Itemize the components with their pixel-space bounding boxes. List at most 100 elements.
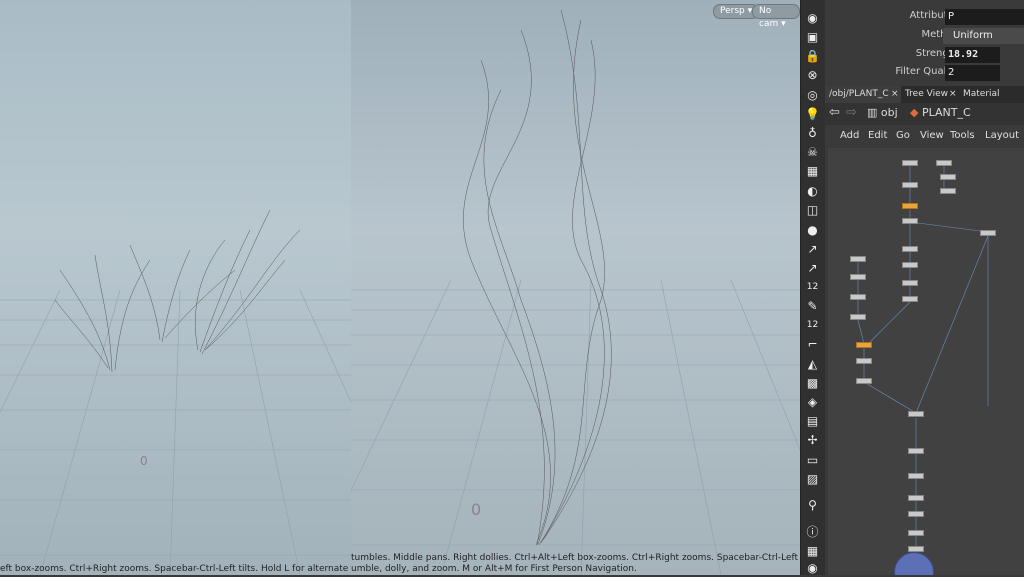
strength-field[interactable]: 18.92 bbox=[945, 47, 1000, 63]
prim-number-icon[interactable]: 12 bbox=[804, 317, 821, 334]
network-node[interactable] bbox=[980, 230, 996, 236]
network-node[interactable] bbox=[908, 473, 924, 479]
camera-icon[interactable]: ◫ bbox=[804, 202, 821, 219]
menu-add[interactable]: Add bbox=[840, 130, 859, 141]
param-filter-quality: Filter Quality 2 bbox=[825, 64, 1024, 82]
network-node[interactable] bbox=[908, 530, 924, 536]
network-node[interactable] bbox=[908, 495, 924, 501]
network-node[interactable] bbox=[908, 411, 924, 417]
plant-curves bbox=[54, 209, 301, 373]
smoke-curves bbox=[463, 9, 612, 546]
network-node[interactable] bbox=[902, 218, 918, 224]
viewport-right-scene: 0 bbox=[351, 9, 800, 575]
tab-network-label: /obj/PLANT_C bbox=[829, 89, 889, 99]
wire-icon[interactable]: ◈ bbox=[804, 394, 821, 411]
param-method: Method Uniform bbox=[825, 27, 1024, 45]
path-obj[interactable]: ▥ obj bbox=[867, 106, 898, 119]
checker-icon[interactable]: ▩ bbox=[804, 375, 821, 392]
network-node[interactable] bbox=[940, 188, 956, 194]
uv-icon[interactable]: ◭ bbox=[804, 356, 821, 373]
light-icon[interactable]: 💡 bbox=[804, 106, 821, 123]
visibility-icon[interactable]: ◐ bbox=[804, 183, 821, 200]
network-node[interactable] bbox=[902, 182, 918, 188]
menu-tools[interactable]: Tools bbox=[950, 130, 975, 141]
tab-material-palette[interactable]: Material Palette bbox=[959, 86, 1024, 116]
menu-edit[interactable]: Edit bbox=[868, 130, 887, 141]
network-menu-bar: Add Edit Go View Tools Layout bbox=[825, 128, 1024, 146]
tab-tree-view-label: Tree View bbox=[905, 89, 948, 99]
hud-line-1: tumbles. Middle pans. Right dollies. Ctr… bbox=[351, 553, 800, 563]
skull-icon[interactable]: ☠ bbox=[804, 144, 821, 161]
path-node-label: PLANT_C bbox=[921, 106, 971, 119]
viewport-left-hud: eft box-zooms. Ctrl+Right zooms. Spaceba… bbox=[0, 564, 351, 574]
background-icon[interactable]: ▭ bbox=[804, 452, 821, 469]
hud-line-2: umble, dolly, and zoom. M or Alt+M for F… bbox=[351, 564, 637, 574]
network-node[interactable] bbox=[850, 274, 866, 280]
vector-icon[interactable]: ↗ bbox=[804, 260, 821, 277]
viewport-left[interactable]: 0 eft box-zooms. Ctrl+Right zooms. Space… bbox=[0, 0, 351, 575]
network-node[interactable] bbox=[908, 448, 924, 454]
tab-tree-view[interactable]: Tree View bbox=[901, 86, 948, 103]
method-menu[interactable]: Uniform bbox=[943, 28, 1024, 44]
brush-icon[interactable]: ✎ bbox=[804, 298, 821, 315]
path-bar: ⇦ ⇨ ▥ obj ◆ PLANT_C bbox=[825, 103, 1024, 125]
param-attributes: Attributes P bbox=[825, 8, 1024, 26]
snap-icon[interactable]: ⊗ bbox=[804, 67, 821, 84]
network-node[interactable] bbox=[902, 296, 918, 302]
menu-view[interactable]: View bbox=[920, 130, 944, 141]
lock-icon[interactable]: 🔒 bbox=[804, 48, 821, 65]
tab-network-close-icon[interactable]: × bbox=[887, 86, 899, 103]
network-node[interactable] bbox=[850, 256, 866, 262]
forward-arrow-icon[interactable]: ⇨ bbox=[846, 105, 857, 120]
network-node[interactable] bbox=[940, 174, 956, 180]
geo-node-icon: ◆ bbox=[910, 106, 919, 119]
path-node[interactable]: ◆ PLANT_C bbox=[910, 106, 971, 119]
ground-grid bbox=[351, 279, 800, 575]
network-node[interactable] bbox=[908, 511, 924, 517]
network-node[interactable] bbox=[936, 160, 952, 166]
viewport-right-hud: tumbles. Middle pans. Right dollies. Ctr… bbox=[351, 553, 800, 575]
network-node[interactable] bbox=[856, 378, 872, 384]
menu-go[interactable]: Go bbox=[896, 130, 910, 141]
param-strength: Strength 18.92 bbox=[825, 46, 1024, 64]
filter-quality-field[interactable]: 2 bbox=[945, 65, 1000, 81]
network-node[interactable] bbox=[902, 246, 918, 252]
tab-tree-close-icon[interactable]: × bbox=[945, 86, 957, 103]
network-node-selected[interactable] bbox=[856, 342, 872, 348]
path-obj-label: obj bbox=[880, 106, 898, 119]
network-node[interactable] bbox=[856, 358, 872, 364]
camera-label: No cam bbox=[759, 6, 779, 29]
network-node[interactable] bbox=[902, 280, 918, 286]
shading-icon[interactable]: ◎ bbox=[804, 87, 821, 104]
handle-icon[interactable]: ✢ bbox=[804, 432, 821, 449]
attributes-field[interactable]: P bbox=[945, 9, 1024, 25]
network-node[interactable] bbox=[850, 294, 866, 300]
info-icon[interactable]: ⓘ bbox=[804, 524, 821, 541]
pin-icon[interactable]: ⚲ bbox=[804, 497, 821, 514]
network-node[interactable] bbox=[902, 160, 918, 166]
select-icon[interactable]: ▣ bbox=[804, 29, 821, 46]
point-number-icon[interactable]: 12 bbox=[804, 279, 821, 296]
network-node[interactable] bbox=[902, 262, 918, 268]
normal-icon[interactable]: ↗ bbox=[804, 241, 821, 258]
network-node[interactable] bbox=[850, 314, 866, 320]
camera-menu-button[interactable]: No cam ▾ bbox=[752, 4, 800, 29]
viewport-left-scene: 0 bbox=[0, 209, 351, 575]
network-node-selected[interactable] bbox=[902, 203, 918, 209]
point-icon[interactable]: ● bbox=[804, 222, 821, 239]
view-eye-icon[interactable]: ◉ bbox=[804, 560, 821, 577]
image-icon[interactable]: ▨ bbox=[804, 471, 821, 488]
grid-layout-icon[interactable]: ▦ bbox=[804, 543, 821, 560]
eye-icon[interactable]: ◉ bbox=[804, 10, 821, 27]
network-editor[interactable] bbox=[828, 148, 1024, 575]
viewport-right[interactable]: 0 Persp ▾ No cam ▾ tumbles. Middle pans.… bbox=[351, 0, 800, 575]
menu-layout[interactable]: Layout bbox=[985, 130, 1019, 141]
back-arrow-icon[interactable]: ⇦ bbox=[829, 105, 840, 120]
edge-icon[interactable]: ⌐ bbox=[804, 336, 821, 353]
network-node[interactable] bbox=[908, 546, 924, 552]
lamp-icon[interactable]: ♁ bbox=[804, 125, 821, 142]
axis-marker-right: 0 bbox=[471, 500, 481, 519]
display-icon[interactable]: ▦ bbox=[804, 163, 821, 180]
pane-tabs: /obj/PLANT_C × Tree View × Material Pale… bbox=[825, 86, 1024, 116]
texture-icon[interactable]: ▤ bbox=[804, 413, 821, 430]
